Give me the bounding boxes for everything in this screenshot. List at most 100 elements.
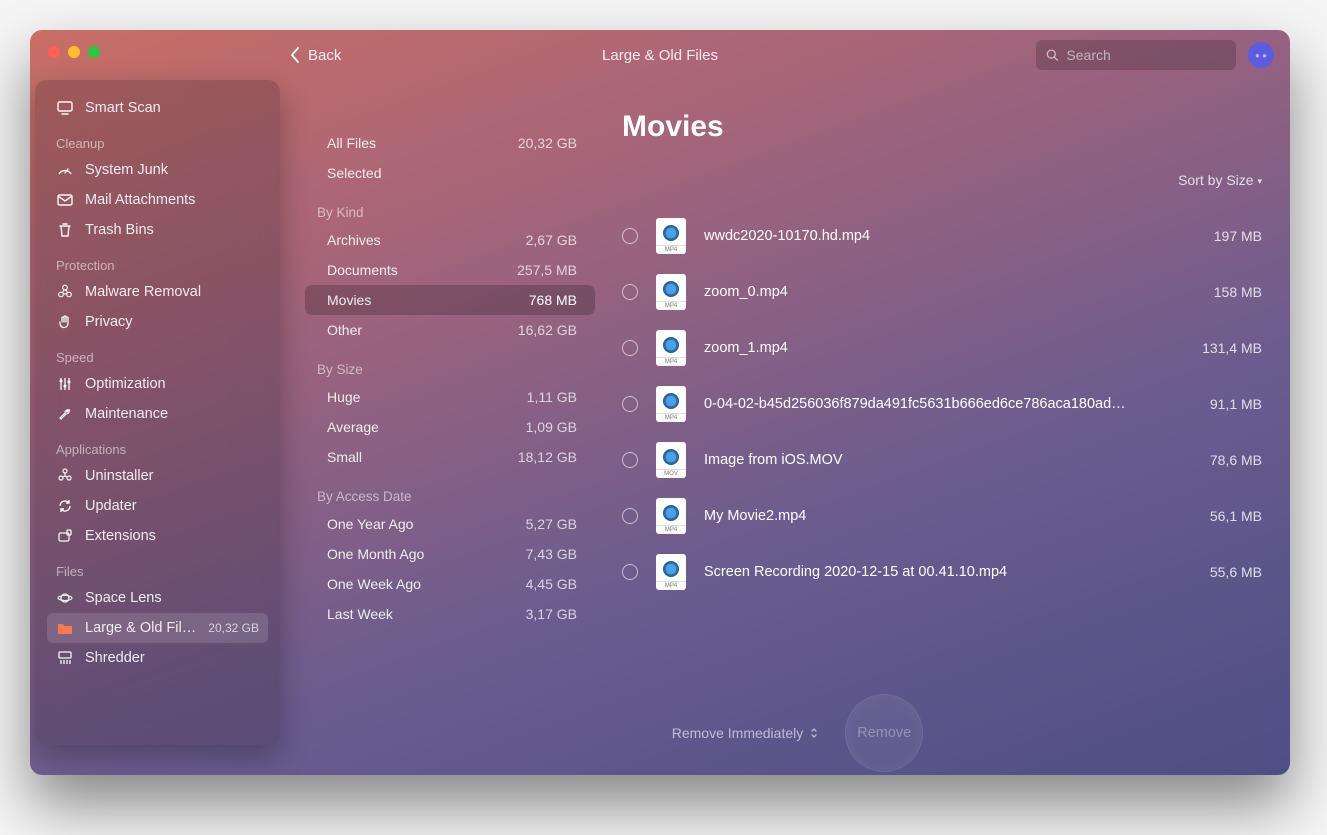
back-button[interactable]: Back (290, 47, 341, 64)
sidebar-item-label: Shredder (85, 650, 145, 666)
filter-item-other[interactable]: Other16,62 GB (305, 315, 595, 345)
file-size: 91,1 MB (1210, 396, 1262, 412)
monitor-icon (56, 99, 74, 117)
minimize-window-button[interactable] (68, 46, 80, 58)
video-file-icon: MP4 (656, 498, 686, 534)
file-checkbox[interactable] (622, 228, 638, 244)
sidebar-item-malware-removal[interactable]: Malware Removal (47, 277, 268, 307)
filter-item-small[interactable]: Small18,12 GB (305, 442, 595, 472)
filter-item-one-year[interactable]: One Year Ago5,27 GB (305, 509, 595, 539)
account-avatar[interactable]: ● ● (1248, 42, 1274, 68)
file-name: Image from iOS.MOV (704, 452, 1192, 468)
file-checkbox[interactable] (622, 508, 638, 524)
file-row[interactable]: MOV Image from iOS.MOV 78,6 MB (622, 432, 1262, 488)
filter-item-huge[interactable]: Huge1,11 GB (305, 382, 595, 412)
filter-item-archives[interactable]: Archives2,67 GB (305, 225, 595, 255)
filter-section-by-kind: By Kind (305, 188, 595, 225)
sort-button[interactable]: Sort by Size ▾ (622, 172, 1262, 188)
filter-item-documents[interactable]: Documents257,5 MB (305, 255, 595, 285)
file-row[interactable]: MP4zoom_0.mp4158 MB (622, 264, 1262, 320)
search-field[interactable] (1036, 40, 1236, 70)
filter-item-selected[interactable]: Selected (305, 158, 595, 188)
file-checkbox[interactable] (622, 452, 638, 468)
filter-item-one-month[interactable]: One Month Ago7,43 GB (305, 539, 595, 569)
gauge-icon (56, 161, 74, 179)
file-size: 56,1 MB (1210, 508, 1262, 524)
refresh-icon (56, 497, 74, 515)
filter-item-movies[interactable]: Movies768 MB (305, 285, 595, 315)
sidebar-item-label: Large & Old Fil… (85, 620, 197, 636)
chevron-left-icon (290, 47, 300, 63)
chevron-down-icon: ▾ (1257, 176, 1262, 186)
file-row[interactable]: MP4wwdc2020-10170.hd.mp4197 MB (622, 208, 1262, 264)
filter-item-all-files[interactable]: All Files 20,32 GB (305, 128, 595, 158)
back-label: Back (308, 47, 341, 64)
filter-column: All Files 20,32 GB Selected By Kind Arch… (305, 88, 595, 695)
sidebar-item-mail-attachments[interactable]: Mail Attachments (47, 185, 268, 215)
biohazard-icon (56, 283, 74, 301)
file-checkbox[interactable] (622, 340, 638, 356)
filter-item-average[interactable]: Average1,09 GB (305, 412, 595, 442)
file-row[interactable]: MP40-04-02-b45d256036f879da491fc5631b666… (622, 376, 1262, 432)
sidebar-item-label: Space Lens (85, 590, 162, 606)
filter-item-last-week[interactable]: Last Week3,17 GB (305, 599, 595, 629)
sidebar-item-uninstaller[interactable]: Uninstaller (47, 461, 268, 491)
page-title: Large & Old Files (602, 47, 718, 64)
file-name: zoom_1.mp4 (704, 340, 1184, 356)
sidebar-item-space-lens[interactable]: Space Lens (47, 583, 268, 613)
sidebar-item-label: Smart Scan (85, 100, 161, 116)
sidebar-item-label: Malware Removal (85, 284, 201, 300)
sidebar-item-label: System Junk (85, 162, 168, 178)
sidebar-item-updater[interactable]: Updater (47, 491, 268, 521)
sidebar-item-optimization[interactable]: Optimization (47, 369, 268, 399)
sidebar-item-shredder[interactable]: Shredder (47, 643, 268, 673)
sidebar-item-smart-scan[interactable]: Smart Scan (47, 93, 268, 123)
sidebar-item-label: Uninstaller (85, 468, 154, 484)
sidebar-item-label: Mail Attachments (85, 192, 195, 208)
app-window: Back Large & Old Files ● ● Smart Scan Cl… (30, 30, 1290, 775)
video-file-icon: MOV (656, 442, 686, 478)
remove-mode-selector[interactable]: Remove Immediately (672, 725, 820, 741)
video-file-icon: MP4 (656, 218, 686, 254)
sidebar-item-label: Optimization (85, 376, 166, 392)
sidebar-item-system-junk[interactable]: System Junk (47, 155, 268, 185)
sliders-icon (56, 375, 74, 393)
sidebar-item-badge: 20,32 GB (208, 621, 259, 635)
sidebar-section-cleanup: Cleanup (47, 123, 268, 155)
file-size: 78,6 MB (1210, 452, 1262, 468)
sidebar-item-privacy[interactable]: Privacy (47, 307, 268, 337)
search-input[interactable] (1066, 47, 1226, 63)
plugin-icon (56, 527, 74, 545)
remove-mode-label: Remove Immediately (672, 725, 804, 741)
sidebar-item-maintenance[interactable]: Maintenance (47, 399, 268, 429)
sidebar-item-label: Privacy (85, 314, 133, 330)
sidebar-item-extensions[interactable]: Extensions (47, 521, 268, 551)
puzzle-icon (56, 467, 74, 485)
trash-icon (56, 221, 74, 239)
file-list: MP4wwdc2020-10170.hd.mp4197 MBMP4zoom_0.… (622, 208, 1262, 600)
file-row[interactable]: MP4zoom_1.mp4131,4 MB (622, 320, 1262, 376)
file-checkbox[interactable] (622, 564, 638, 580)
file-checkbox[interactable] (622, 284, 638, 300)
close-window-button[interactable] (48, 46, 60, 58)
sidebar-item-trash-bins[interactable]: Trash Bins (47, 215, 268, 245)
sidebar-item-label: Maintenance (85, 406, 168, 422)
sidebar: Smart Scan Cleanup System Junk Mail Atta… (35, 80, 280, 745)
file-name: Screen Recording 2020-12-15 at 00.41.10.… (704, 564, 1192, 580)
envelope-icon (56, 191, 74, 209)
file-checkbox[interactable] (622, 396, 638, 412)
sidebar-item-label: Extensions (85, 528, 156, 544)
sidebar-section-protection: Protection (47, 245, 268, 277)
file-size: 131,4 MB (1202, 340, 1262, 356)
filter-item-one-week[interactable]: One Week Ago4,45 GB (305, 569, 595, 599)
sidebar-item-large-old-files[interactable]: Large & Old Fil… 20,32 GB (47, 613, 268, 643)
file-row[interactable]: MP4 Screen Recording 2020-12-15 at 00.41.… (622, 544, 1262, 600)
fullscreen-window-button[interactable] (88, 46, 100, 58)
file-row[interactable]: MP4 My Movie2.mp4 56,1 MB (622, 488, 1262, 544)
file-name: My Movie2.mp4 (704, 508, 1192, 524)
file-name: 0-04-02-b45d256036f879da491fc5631b666ed6… (704, 396, 1192, 412)
file-size: 197 MB (1214, 228, 1262, 244)
remove-button[interactable]: Remove (845, 694, 923, 772)
sidebar-section-applications: Applications (47, 429, 268, 461)
video-file-icon: MP4 (656, 554, 686, 590)
